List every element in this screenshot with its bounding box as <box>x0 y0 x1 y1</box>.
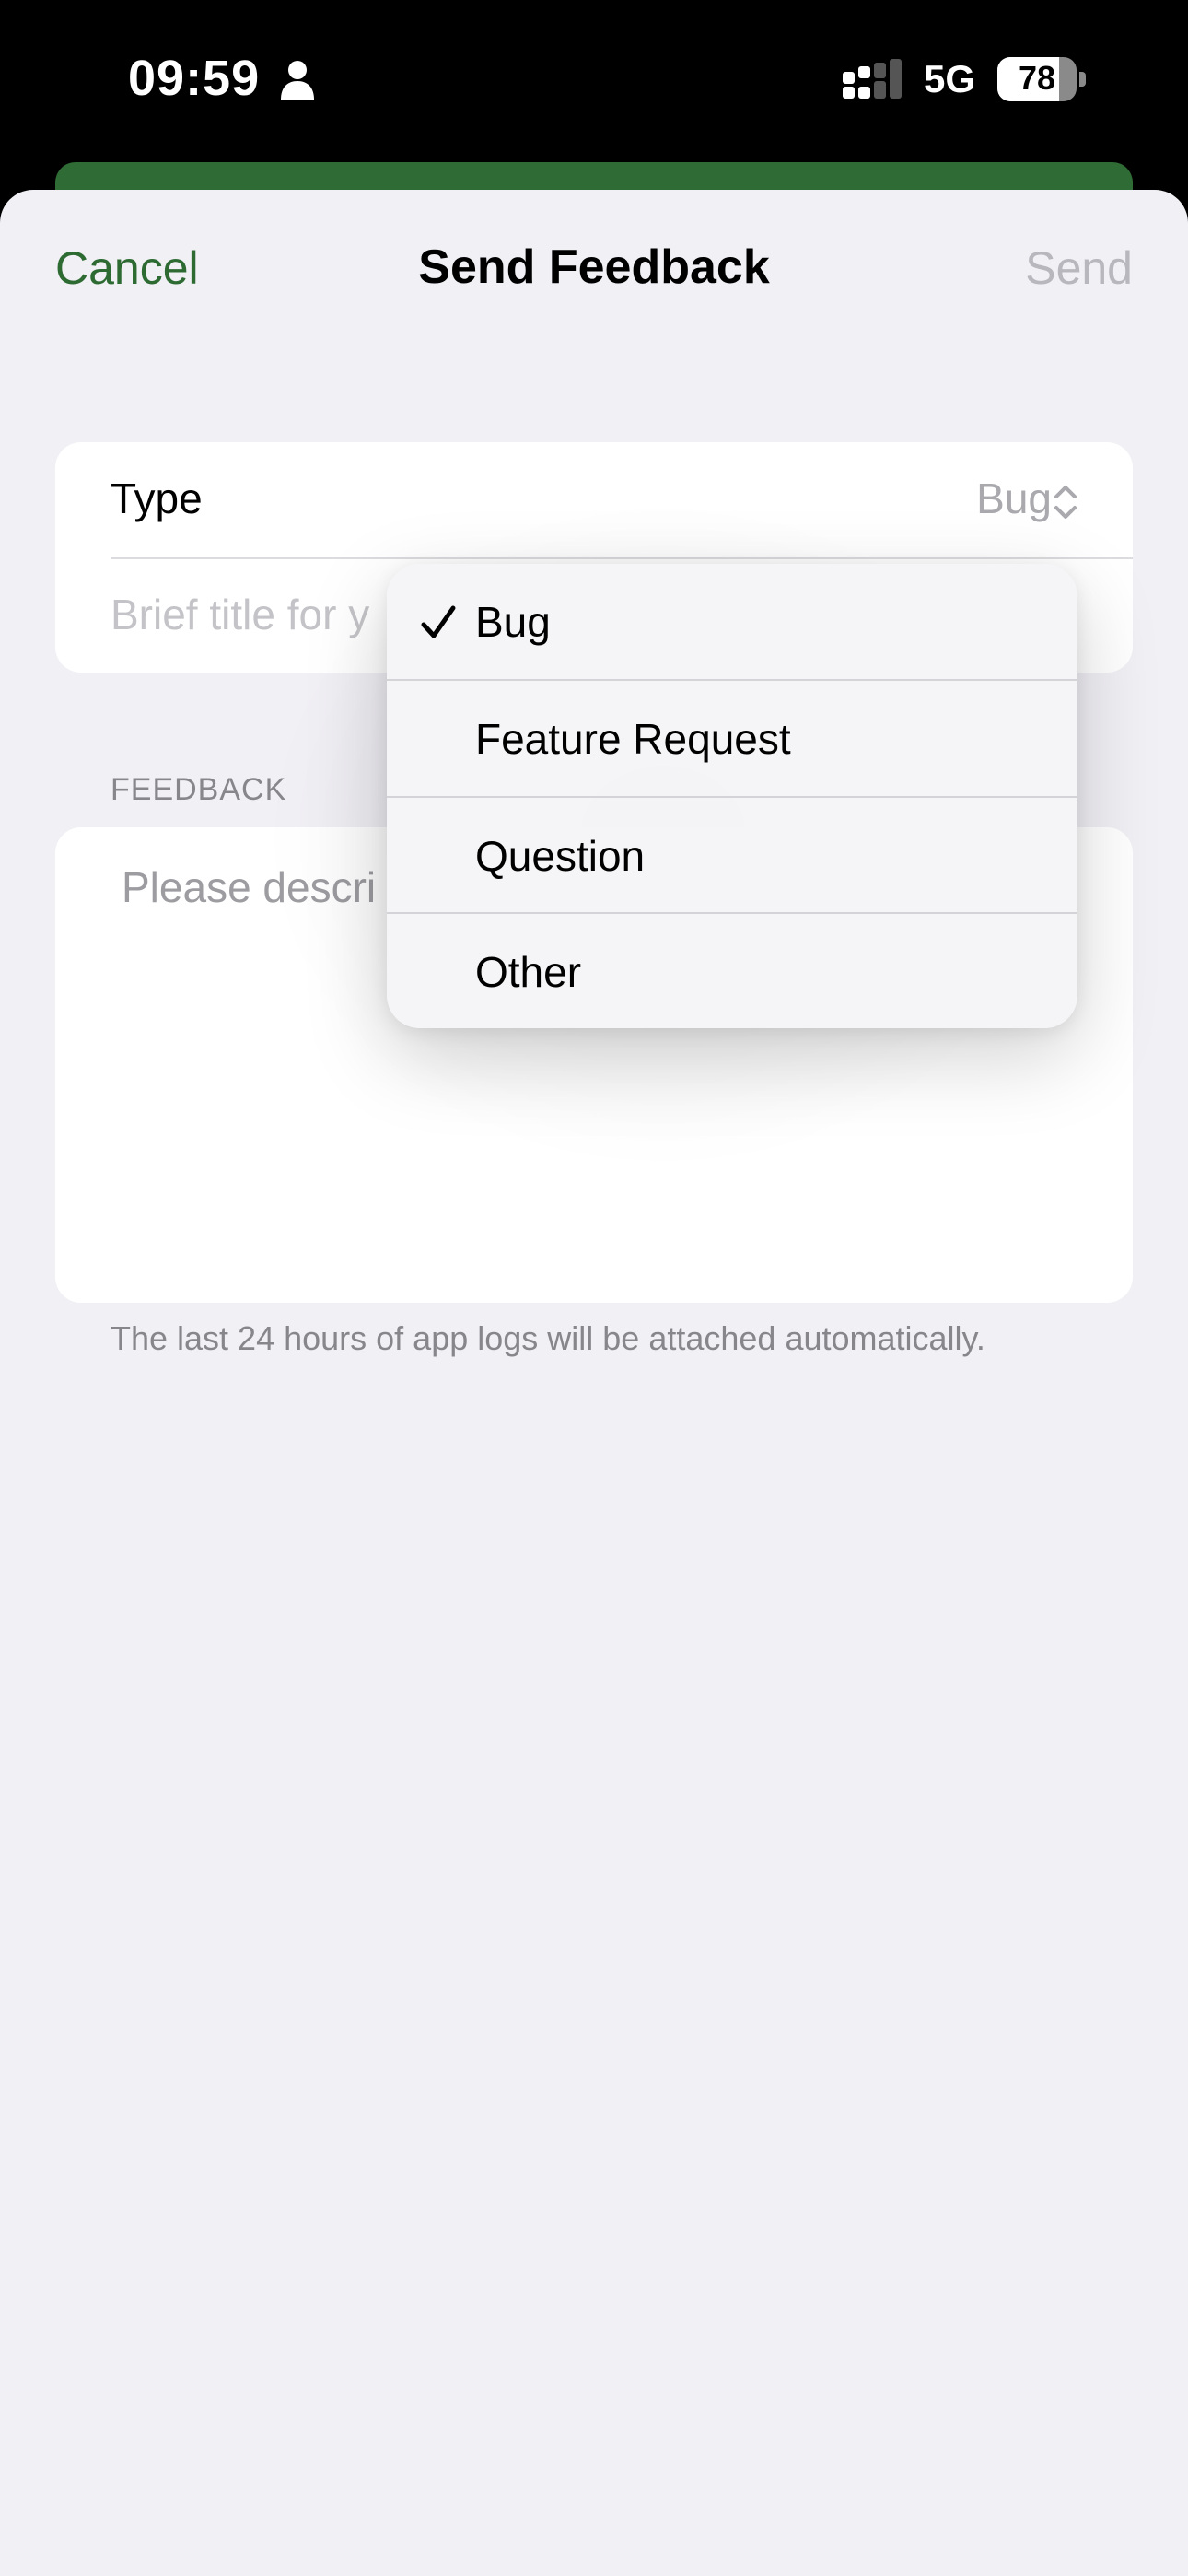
menu-item-label: Feature Request <box>475 715 791 763</box>
type-picker[interactable]: Bug <box>976 474 1052 523</box>
menu-item-label: Question <box>475 832 646 880</box>
feedback-section-header: FEEDBACK <box>111 772 287 807</box>
person-icon <box>281 61 314 100</box>
feedback-placeholder: Please descri <box>122 863 377 911</box>
menu-item-question[interactable]: Question <box>387 798 1077 914</box>
menu-item-label: Bug <box>475 598 551 646</box>
type-dropdown-menu: Bug Feature Request Question Other <box>387 564 1077 1028</box>
menu-item-other[interactable]: Other <box>387 914 1077 1028</box>
battery-icon: 78 <box>997 57 1086 101</box>
menu-item-bug[interactable]: Bug <box>387 564 1077 680</box>
chevron-up-down-icon[interactable] <box>1052 481 1079 523</box>
feedback-sheet: Cancel Send Feedback Send Type Bug Brief… <box>0 190 1188 2576</box>
send-button[interactable]: Send <box>1025 241 1133 295</box>
page-title: Send Feedback <box>418 240 770 294</box>
network-type: 5G <box>924 57 976 100</box>
status-bar: 09:59 5G 78 <box>0 0 1188 162</box>
signal-icon <box>843 59 902 99</box>
type-label: Type <box>111 474 203 522</box>
battery-percent: 78 <box>1018 59 1056 97</box>
title-input[interactable]: Brief title for y <box>111 590 369 639</box>
menu-item-feature-request[interactable]: Feature Request <box>387 681 1077 797</box>
checkmark-icon <box>421 605 456 638</box>
menu-item-label: Other <box>475 948 582 996</box>
logs-footer-note: The last 24 hours of app logs will be at… <box>111 1319 985 1357</box>
row-divider <box>111 557 1133 559</box>
status-time: 09:59 <box>128 51 261 106</box>
